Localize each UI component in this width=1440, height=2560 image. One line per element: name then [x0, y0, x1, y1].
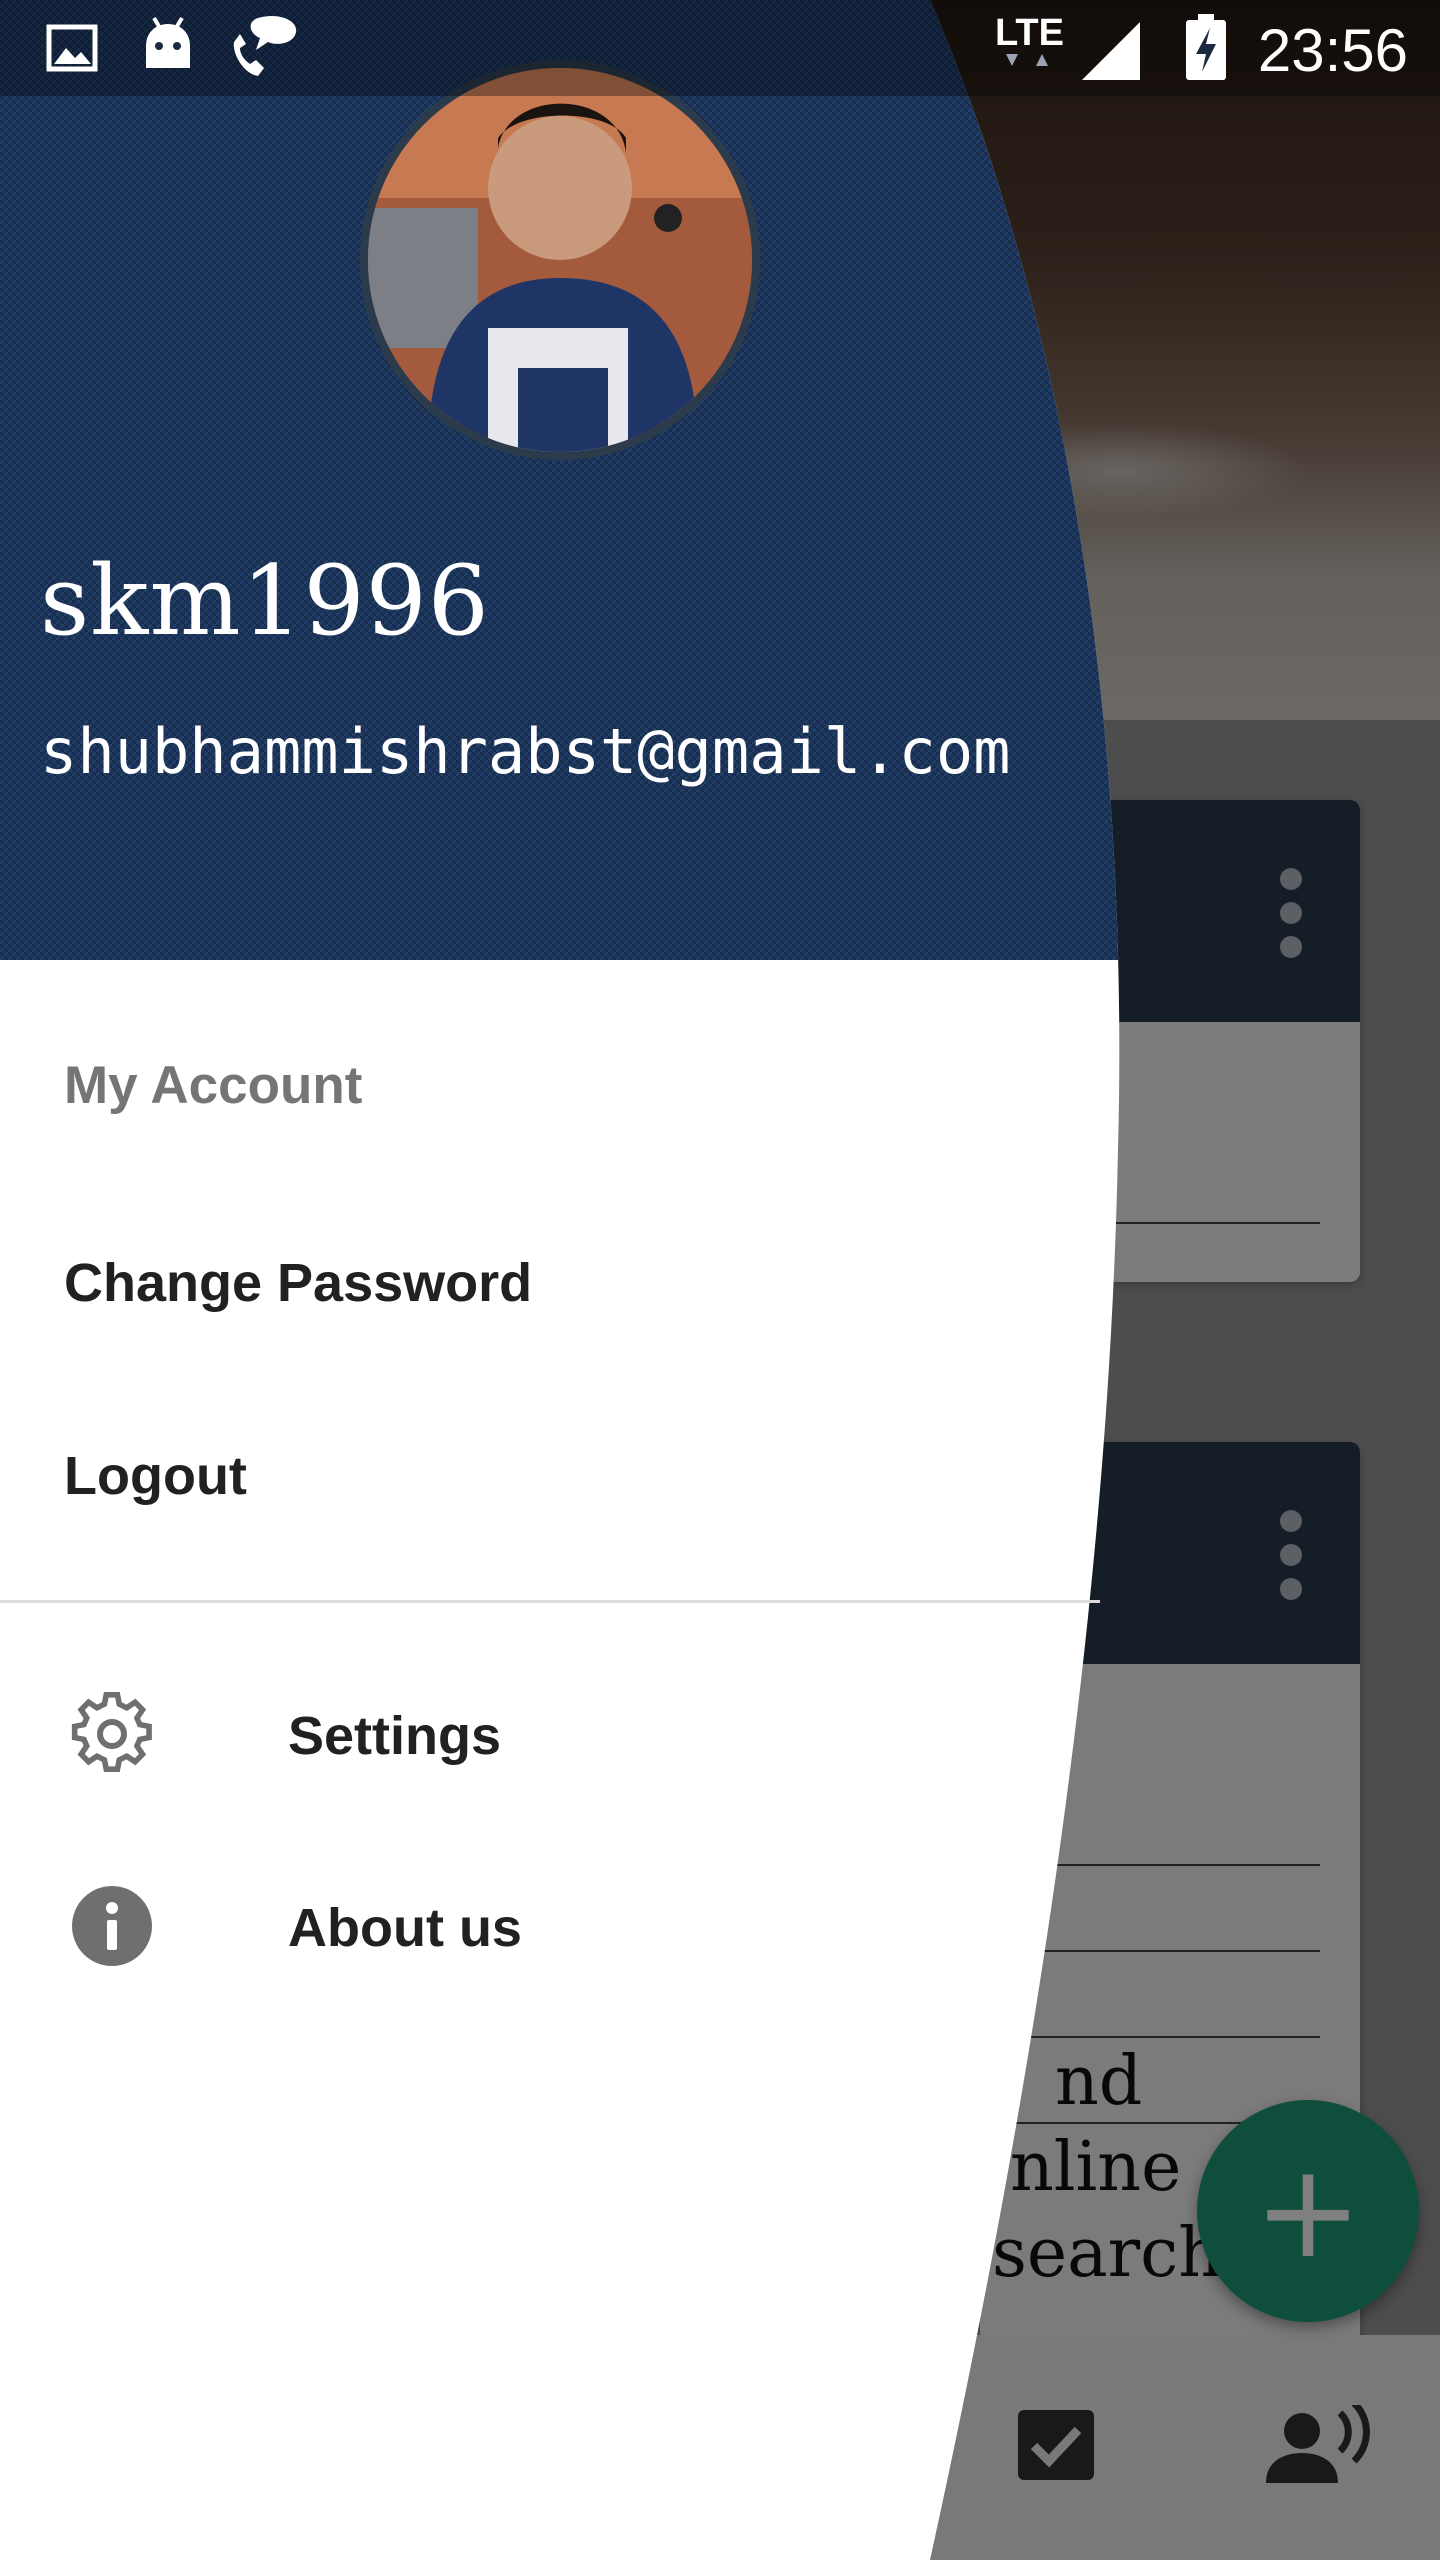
section-header-my-account: My Account — [64, 1056, 363, 1115]
battery-charging-icon — [1186, 14, 1226, 85]
drawer-header: skm1996 shubhammishrabst@gmail.com — [0, 0, 1440, 960]
navigation-drawer: skm1996 shubhammishrabst@gmail.com My Ac… — [0, 0, 1440, 2560]
avatar[interactable] — [360, 60, 760, 460]
android-icon — [140, 16, 196, 77]
change-password-menu-item[interactable]: Change Password — [64, 1252, 532, 1314]
about-us-menu-item[interactable]: About us — [288, 1897, 522, 1959]
settings-menu-item[interactable]: Settings — [288, 1705, 501, 1767]
username: skm1996 — [40, 545, 490, 657]
data-arrows-icon — [1000, 50, 1060, 85]
user-email: shubhammishrabst@gmail.com — [40, 715, 1011, 788]
phone-chat-icon — [228, 14, 298, 83]
divider — [0, 1600, 1100, 1603]
gallery-icon — [46, 24, 98, 77]
info-icon[interactable] — [70, 1884, 154, 1968]
signal-icon — [1080, 20, 1142, 87]
network-type: LTE — [995, 12, 1064, 54]
logout-menu-item[interactable]: Logout — [64, 1445, 247, 1507]
clock: 23:56 — [1257, 17, 1408, 84]
status-bar: LTE 23:56 — [0, 0, 1440, 96]
gear-icon[interactable] — [70, 1692, 154, 1776]
